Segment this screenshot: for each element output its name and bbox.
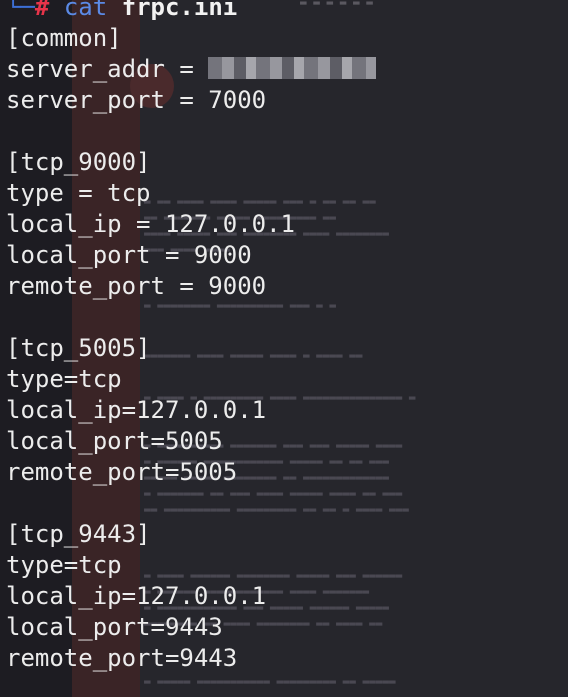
file-line: [tcp_9443] <box>6 520 151 548</box>
file-line: remote_port=5005 <box>6 458 238 486</box>
ghost-line: ▬ ▬▬▬▬▬ ▬▬▬▬▬▬▬▬▬▬▬ ▬▬▬▬▬▬▬▬▬ ▬▬ ▬▬▬▬▬ <box>144 675 396 688</box>
file-line: local_ip=127.0.0.1 <box>6 582 267 610</box>
file-line-server-addr: server_addr = <box>6 54 566 85</box>
file-line-blank <box>6 488 566 519</box>
file-line: server_port = 7000 <box>6 86 267 114</box>
command-name: cat <box>63 0 108 21</box>
file-line: [common] <box>6 24 122 52</box>
prompt-line: └─# cat frpc.ini <box>6 0 566 23</box>
file-line: local_ip=127.0.0.1 <box>6 396 267 424</box>
prompt-corner: └─ <box>6 0 35 21</box>
redacted-server-address <box>208 57 377 79</box>
file-line: remote_port=9443 <box>6 644 238 672</box>
file-line: type=tcp <box>6 365 122 393</box>
terminal-output: └─# cat frpc.ini [common] server_addr = … <box>6 0 566 674</box>
command-argument: frpc.ini <box>121 0 238 21</box>
file-line: type=tcp <box>6 551 122 579</box>
file-line-blank <box>6 116 566 147</box>
file-line: [tcp_5005] <box>6 334 151 362</box>
file-line-blank <box>6 302 566 333</box>
file-line: local_port=5005 <box>6 427 223 455</box>
file-line: type = tcp <box>6 179 151 207</box>
server-addr-key: server_addr = <box>6 55 209 83</box>
file-line: local_port = 9000 <box>6 241 252 269</box>
file-line: local_port=9443 <box>6 613 223 641</box>
root-prompt-symbol: # <box>34 0 50 21</box>
file-line: local_ip = 127.0.0.1 <box>6 210 295 238</box>
file-line: remote_port = 9000 <box>6 272 267 300</box>
file-line: [tcp_9000] <box>6 148 151 176</box>
